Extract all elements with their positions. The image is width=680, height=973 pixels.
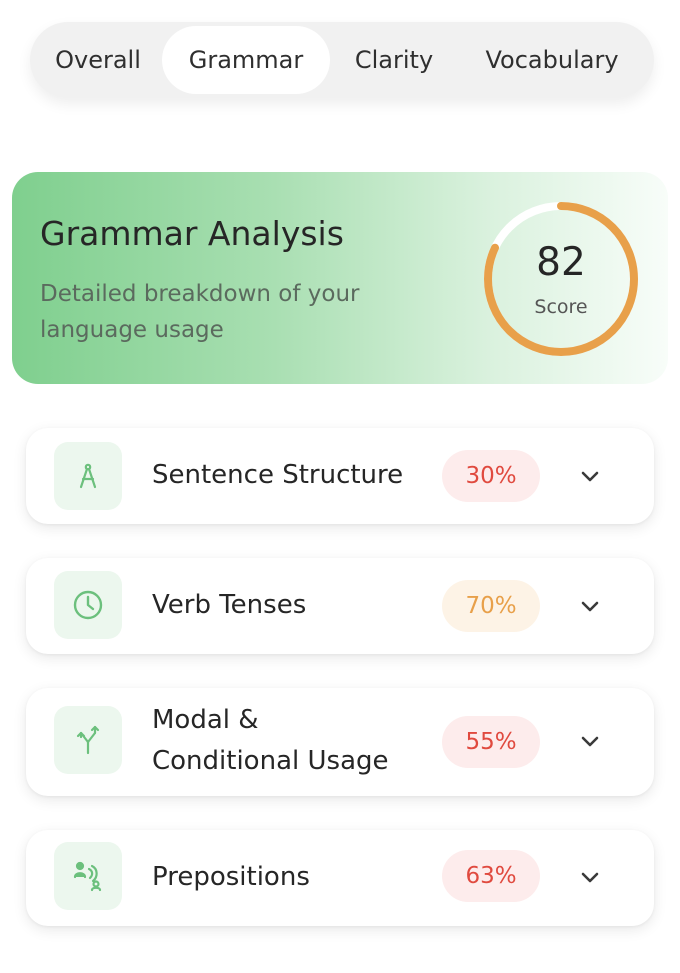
split-arrows-icon: [54, 706, 122, 774]
percent-badge: 63%: [442, 850, 540, 902]
speech-icon: [54, 842, 122, 910]
chevron-down-icon[interactable]: [578, 464, 602, 488]
compass-icon: [54, 442, 122, 510]
chevron-down-icon[interactable]: [578, 729, 602, 753]
score-label: Score: [534, 296, 588, 318]
grammar-summary-card: Grammar Analysis Detailed breakdown of y…: [12, 172, 668, 384]
tab-overall[interactable]: Overall: [34, 26, 162, 94]
tab-vocabulary[interactable]: Vocabulary: [458, 26, 646, 94]
grammar-analysis-screen: Overall Grammar Clarity Vocabulary Gramm…: [0, 0, 680, 973]
score-ring: 82 Score: [480, 198, 642, 360]
category-label: Verb Tenses: [152, 590, 307, 620]
category-sentence-structure[interactable]: Sentence Structure 30%: [26, 428, 654, 524]
category-label-line2: Conditional Usage: [152, 746, 389, 776]
chevron-down-icon[interactable]: [578, 865, 602, 889]
score-value: 82: [536, 240, 586, 285]
page-subtitle: Detailed breakdown of your language usag…: [40, 281, 360, 343]
percent-badge: 30%: [442, 450, 540, 502]
category-label: Prepositions: [152, 862, 310, 892]
chevron-down-icon[interactable]: [578, 594, 602, 618]
tab-bar: Overall Grammar Clarity Vocabulary: [30, 22, 654, 98]
clock-icon: [54, 571, 122, 639]
category-label: Sentence Structure: [152, 460, 404, 490]
category-label-line1: Modal &: [152, 705, 259, 735]
page-title: Grammar Analysis: [40, 214, 344, 253]
tab-grammar[interactable]: Grammar: [162, 26, 330, 94]
tab-clarity[interactable]: Clarity: [330, 26, 458, 94]
category-verb-tenses[interactable]: Verb Tenses 70%: [26, 558, 654, 654]
percent-badge: 55%: [442, 716, 540, 768]
category-modal-conditional[interactable]: Modal & Conditional Usage 55%: [26, 688, 654, 796]
category-prepositions[interactable]: Prepositions 63%: [26, 830, 654, 926]
percent-badge: 70%: [442, 580, 540, 632]
